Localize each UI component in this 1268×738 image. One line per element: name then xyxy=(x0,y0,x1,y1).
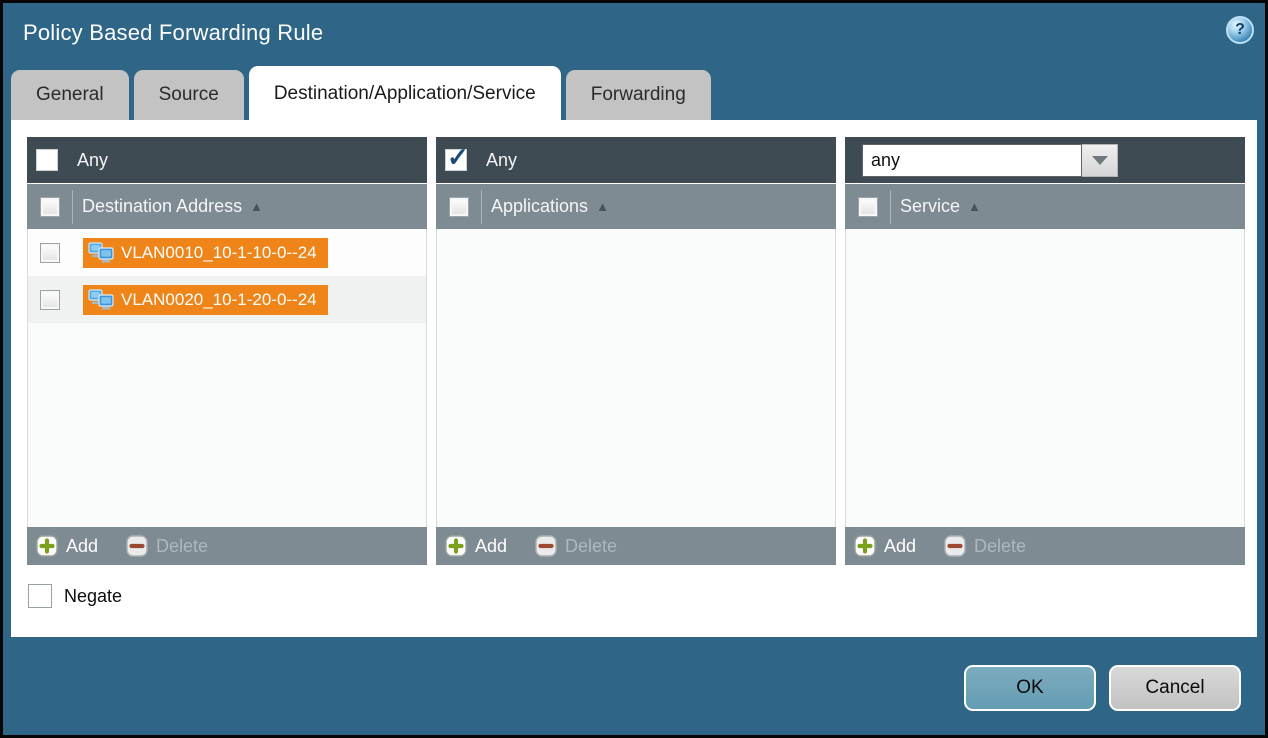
sort-asc-icon: ▲ xyxy=(968,199,981,214)
service-any-bar: any xyxy=(845,137,1245,183)
applications-any-bar: ✓ Any xyxy=(436,137,836,183)
service-dropdown-button[interactable] xyxy=(1082,144,1118,177)
service-footer-bar: Add Delete xyxy=(845,527,1245,565)
address-object-label: VLAN0010_10-1-10-0--24 xyxy=(121,243,317,263)
destination-select-all-checkbox[interactable] xyxy=(40,197,60,217)
negate-row: Negate xyxy=(28,584,1257,608)
service-list xyxy=(845,229,1245,527)
applications-header[interactable]: Applications ▲ xyxy=(436,184,836,229)
minus-icon xyxy=(126,535,148,557)
service-select-all-checkbox[interactable] xyxy=(858,197,878,217)
applications-header-label: Applications xyxy=(491,196,588,217)
ok-button[interactable]: OK xyxy=(964,665,1096,711)
delete-button[interactable]: Delete xyxy=(944,535,1026,557)
service-column: any Service ▲ Add xyxy=(845,137,1245,565)
plus-icon xyxy=(854,535,876,557)
address-object-chip[interactable]: VLAN0010_10-1-10-0--24 xyxy=(83,238,328,268)
dialog-footer: OK Cancel xyxy=(3,637,1265,711)
dialog-title: Policy Based Forwarding Rule xyxy=(23,20,323,45)
policy-based-forwarding-dialog: Policy Based Forwarding Rule ? General S… xyxy=(0,0,1268,738)
sort-asc-icon: ▲ xyxy=(596,199,609,214)
tab-destination-application-service[interactable]: Destination/Application/Service xyxy=(249,66,561,120)
plus-icon xyxy=(36,535,58,557)
applications-any-label: Any xyxy=(486,150,517,171)
destination-header-label: Destination Address xyxy=(82,196,242,217)
minus-icon xyxy=(535,535,557,557)
table-row[interactable]: VLAN0020_10-1-20-0--24 xyxy=(28,276,426,323)
address-object-chip[interactable]: VLAN0020_10-1-20-0--24 xyxy=(83,285,328,315)
dialog-titlebar: Policy Based Forwarding Rule ? xyxy=(3,3,1265,66)
header-divider xyxy=(890,190,891,224)
destination-address-header[interactable]: Destination Address ▲ xyxy=(27,184,427,229)
header-divider xyxy=(72,190,73,224)
service-dropdown: any xyxy=(862,144,1118,177)
applications-list xyxy=(436,229,836,527)
tab-forwarding[interactable]: Forwarding xyxy=(566,70,711,120)
destination-footer-bar: Add Delete xyxy=(27,527,427,565)
service-header[interactable]: Service ▲ xyxy=(845,184,1245,229)
network-address-icon xyxy=(88,289,114,311)
row-checkbox[interactable] xyxy=(40,243,60,263)
service-dropdown-value[interactable]: any xyxy=(862,144,1082,177)
negate-label: Negate xyxy=(64,586,122,607)
tab-bar: General Source Destination/Application/S… xyxy=(3,66,1265,120)
address-object-label: VLAN0020_10-1-20-0--24 xyxy=(121,290,317,310)
tab-source[interactable]: Source xyxy=(134,70,244,120)
header-divider xyxy=(481,190,482,224)
applications-column: ✓ Any Applications ▲ Add xyxy=(436,137,836,565)
destination-any-bar: Any xyxy=(27,137,427,183)
applications-select-all-checkbox[interactable] xyxy=(449,197,469,217)
destination-any-checkbox[interactable] xyxy=(36,149,58,171)
tab-general[interactable]: General xyxy=(11,70,129,120)
add-button[interactable]: Add xyxy=(36,535,98,557)
negate-checkbox[interactable] xyxy=(28,584,52,608)
applications-any-checkbox[interactable]: ✓ xyxy=(445,149,467,171)
service-header-label: Service xyxy=(900,196,960,217)
add-button[interactable]: Add xyxy=(445,535,507,557)
destination-address-column: Any Destination Address ▲ VLAN0010_10-1-… xyxy=(27,137,427,565)
chevron-down-icon xyxy=(1092,156,1108,165)
network-address-icon xyxy=(88,242,114,264)
add-button[interactable]: Add xyxy=(854,535,916,557)
cancel-button[interactable]: Cancel xyxy=(1109,665,1241,711)
destination-any-label: Any xyxy=(77,150,108,171)
help-icon[interactable]: ? xyxy=(1226,16,1254,44)
minus-icon xyxy=(944,535,966,557)
table-row[interactable]: VLAN0010_10-1-10-0--24 xyxy=(28,229,426,276)
check-icon: ✓ xyxy=(447,144,469,170)
sort-asc-icon: ▲ xyxy=(250,199,263,214)
destination-address-list: VLAN0010_10-1-10-0--24 VLAN0020_10-1-20-… xyxy=(27,229,427,527)
plus-icon xyxy=(445,535,467,557)
delete-button[interactable]: Delete xyxy=(535,535,617,557)
delete-button[interactable]: Delete xyxy=(126,535,208,557)
row-checkbox[interactable] xyxy=(40,290,60,310)
applications-footer-bar: Add Delete xyxy=(436,527,836,565)
tab-content-panel: Any Destination Address ▲ VLAN0010_10-1-… xyxy=(11,120,1257,637)
